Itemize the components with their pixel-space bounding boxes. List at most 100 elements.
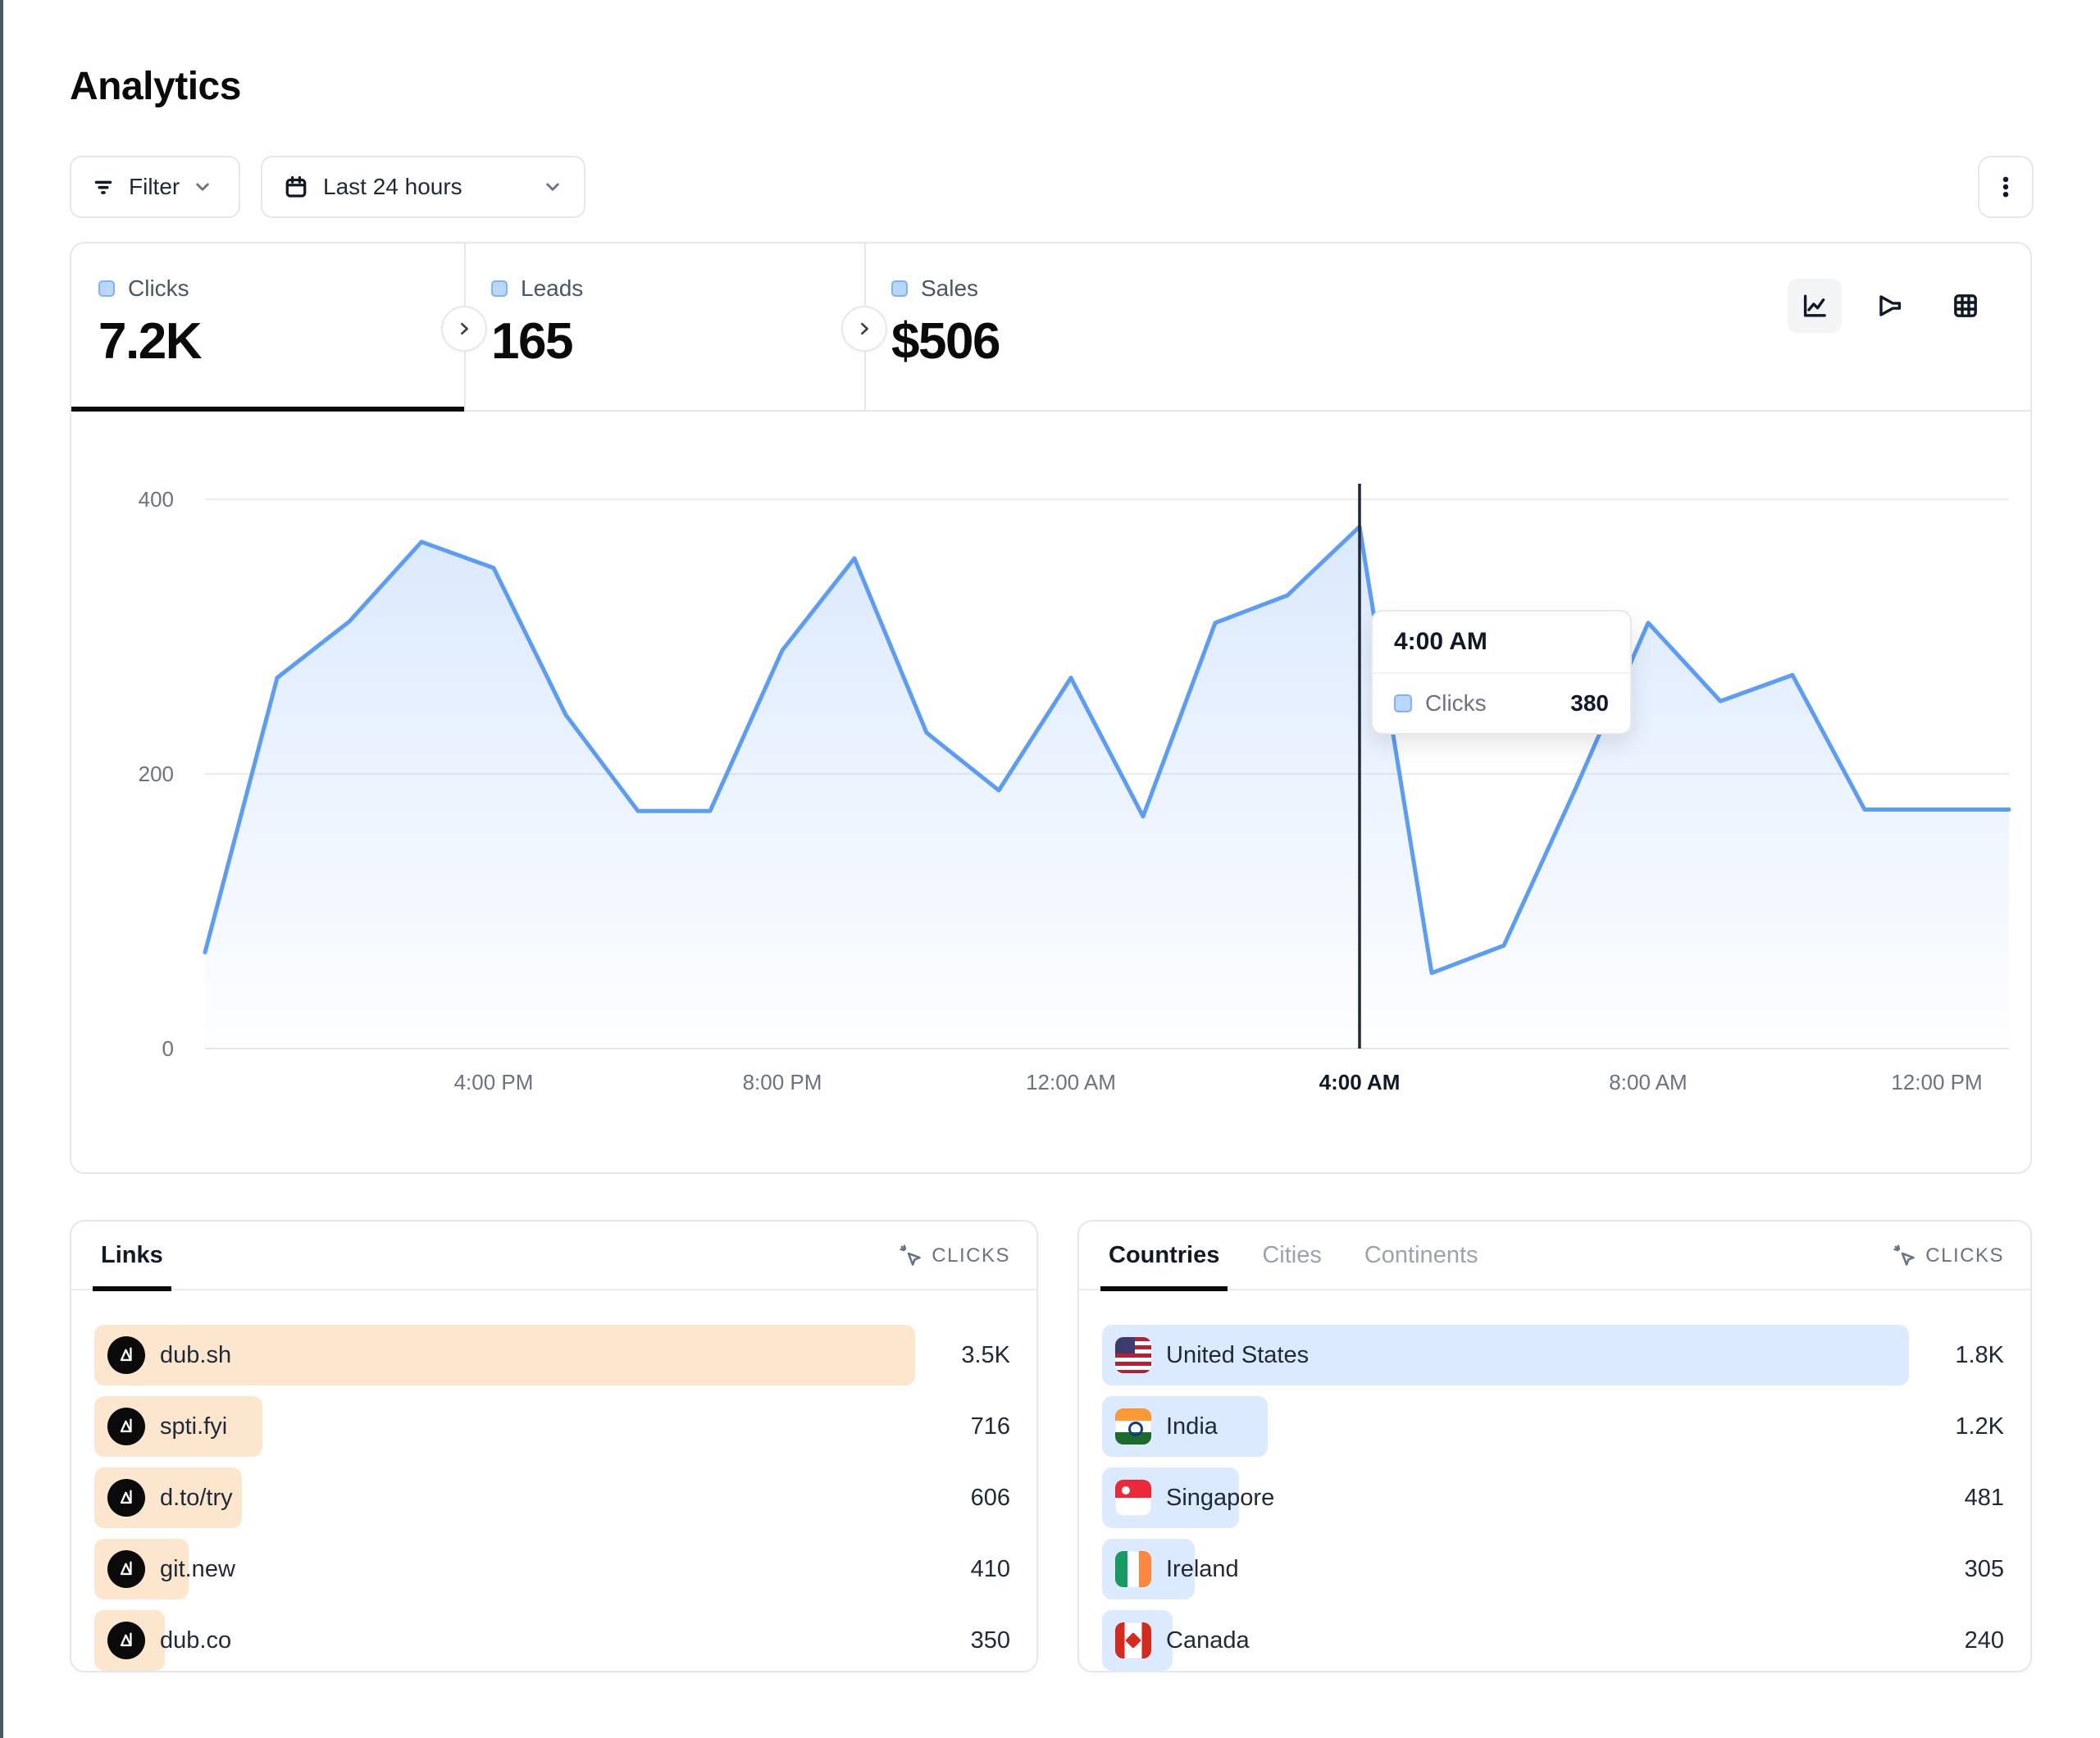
y-axis-label-0: 0 — [162, 1036, 174, 1061]
country-row[interactable]: India 1.2K — [1102, 1396, 2007, 1457]
country-label: United States — [1166, 1342, 1309, 1369]
analytics-page: Analytics Filter Last 24 hours — [0, 0, 2100, 1738]
link-clicks-value: 410 — [971, 1539, 1010, 1599]
link-row[interactable]: dub.sh 3.5K — [94, 1325, 1014, 1385]
clicks-legend-swatch — [98, 280, 115, 297]
tooltip-series-label: Clicks — [1425, 690, 1487, 717]
left-edge-divider — [0, 0, 3, 1738]
y-axis-label-400: 400 — [139, 487, 174, 512]
tab-countries[interactable]: Countries — [1105, 1221, 1223, 1290]
funnel-view-button[interactable] — [1863, 279, 1917, 333]
links-row-list: dub.sh 3.5K spti.fyi 716 d.to/try 606 git.new 4… — [71, 1325, 1036, 1671]
cursor-click-icon — [1893, 1244, 1917, 1268]
countries-panel: Countries Cities Continents CLICKS Unite… — [1077, 1220, 2032, 1672]
cursor-click-icon — [899, 1244, 923, 1268]
country-row[interactable]: Singapore481 — [1102, 1467, 2007, 1528]
tooltip-legend-swatch — [1394, 694, 1412, 712]
country-row[interactable]: Canada240 — [1102, 1610, 2007, 1671]
x-axis-label: 4:00 AM — [1319, 1070, 1401, 1094]
x-axis-label: 8:00 PM — [743, 1070, 822, 1094]
link-row[interactable]: spti.fyi 716 — [94, 1396, 1014, 1457]
link-label: spti.fyi — [160, 1413, 227, 1440]
table-view-button[interactable] — [1938, 279, 1993, 333]
x-axis-label: 12:00 PM — [1891, 1070, 1982, 1094]
sg-flag-icon — [1115, 1480, 1151, 1516]
link-label: d.to/try — [160, 1485, 233, 1512]
link-clicks-value: 3.5K — [961, 1325, 1010, 1385]
country-clicks-value: 1.2K — [1955, 1396, 2004, 1457]
line-chart-icon — [1799, 290, 1830, 321]
tab-continents[interactable]: Continents — [1361, 1221, 1482, 1290]
link-label: dub.co — [160, 1627, 231, 1654]
country-label: Canada — [1166, 1627, 1250, 1654]
links-metric-selector[interactable]: CLICKS — [899, 1222, 1010, 1290]
expand-clicks-button[interactable] — [441, 306, 487, 352]
leads-total-value: 165 — [491, 312, 572, 371]
clicks-total-value: 7.2K — [98, 312, 201, 371]
chart-type-toggle — [1788, 279, 1993, 333]
link-clicks-value: 350 — [971, 1610, 1010, 1671]
countries-tab-label: Countries — [1109, 1242, 1219, 1269]
date-range-button[interactable]: Last 24 hours — [261, 156, 585, 218]
chevron-down-icon — [541, 175, 564, 198]
country-label: Ireland — [1166, 1556, 1239, 1583]
continents-tab-label: Continents — [1364, 1242, 1478, 1269]
calendar-icon — [282, 173, 310, 201]
link-row[interactable]: d.to/try 606 — [94, 1467, 1014, 1528]
links-metric-label: CLICKS — [932, 1244, 1010, 1267]
page-title: Analytics — [70, 64, 241, 109]
clicks-chart[interactable]: 02004004:00 PM8:00 PM12:00 AM4:00 AM8:00… — [71, 412, 2034, 1174]
country-row[interactable]: Ireland 305 — [1102, 1539, 2007, 1599]
chevron-down-icon — [191, 175, 214, 198]
links-panel: Links CLICKS dub.sh 3.5K spti.fyi 716 d.to/t… — [70, 1220, 1038, 1672]
countries-metric-label: CLICKS — [1925, 1244, 2004, 1267]
chart-tooltip: 4:00 AM Clicks 380 — [1371, 610, 1632, 735]
tab-leads[interactable]: Leads 165 — [464, 243, 864, 410]
link-clicks-value: 606 — [971, 1467, 1010, 1528]
sales-total-value: $506 — [891, 312, 1000, 371]
area-chart-canvas[interactable]: 02004004:00 PM8:00 PM12:00 AM4:00 AM8:00… — [71, 412, 2034, 1174]
y-axis-label-200: 200 — [139, 762, 174, 786]
x-axis-label: 12:00 AM — [1026, 1070, 1116, 1094]
tab-clicks[interactable]: Clicks 7.2K — [71, 243, 464, 410]
link-row[interactable]: git.new 410 — [94, 1539, 1014, 1599]
link-label: git.new — [160, 1556, 235, 1583]
ca-flag-icon — [1115, 1622, 1151, 1658]
countries-metric-selector[interactable]: CLICKS — [1893, 1222, 2004, 1290]
tab-cities[interactable]: Cities — [1259, 1221, 1325, 1290]
grid-table-icon — [1950, 290, 1981, 321]
analytics-card: Clicks 7.2K Leads 165 Sales $506 — [70, 242, 2032, 1174]
countries-row-list: United States1.8K India 1.2K Singapore481 Ir… — [1079, 1325, 2030, 1671]
us-flag-icon — [1115, 1337, 1151, 1373]
in-flag-icon — [1115, 1408, 1151, 1445]
clicks-tab-label: Clicks — [128, 275, 189, 302]
cities-tab-label: Cities — [1262, 1242, 1322, 1269]
dub-logo-icon — [107, 1336, 145, 1374]
stats-tab-row: Clicks 7.2K Leads 165 Sales $506 — [71, 243, 2030, 412]
country-row[interactable]: United States1.8K — [1102, 1325, 2007, 1385]
sales-legend-swatch — [891, 280, 908, 297]
link-label: dub.sh — [160, 1342, 231, 1369]
tooltip-time: 4:00 AM — [1373, 612, 1630, 674]
tooltip-series-value: 380 — [1570, 690, 1609, 717]
dub-logo-icon — [107, 1622, 145, 1659]
active-tab-underline — [71, 407, 464, 412]
date-range-label: Last 24 hours — [323, 174, 462, 200]
filter-label: Filter — [129, 174, 180, 200]
x-axis-label: 4:00 PM — [454, 1070, 534, 1094]
tab-sales[interactable]: Sales $506 — [864, 243, 1264, 410]
link-clicks-value: 716 — [971, 1396, 1010, 1457]
tab-links[interactable]: Links — [98, 1221, 166, 1290]
link-row[interactable]: dub.co 350 — [94, 1610, 1014, 1671]
expand-leads-button[interactable] — [841, 306, 887, 352]
filter-button[interactable]: Filter — [70, 156, 240, 218]
ie-flag-icon — [1115, 1551, 1151, 1587]
chart-area-fill — [205, 527, 2009, 1049]
more-options-button[interactable] — [1978, 156, 2034, 218]
line-chart-view-button[interactable] — [1788, 279, 1842, 333]
country-label: India — [1166, 1413, 1218, 1440]
country-clicks-value: 305 — [1965, 1539, 2004, 1599]
kebab-menu-icon — [1992, 173, 2020, 201]
country-label: Singapore — [1166, 1485, 1274, 1512]
funnel-chart-icon — [1875, 290, 1906, 321]
